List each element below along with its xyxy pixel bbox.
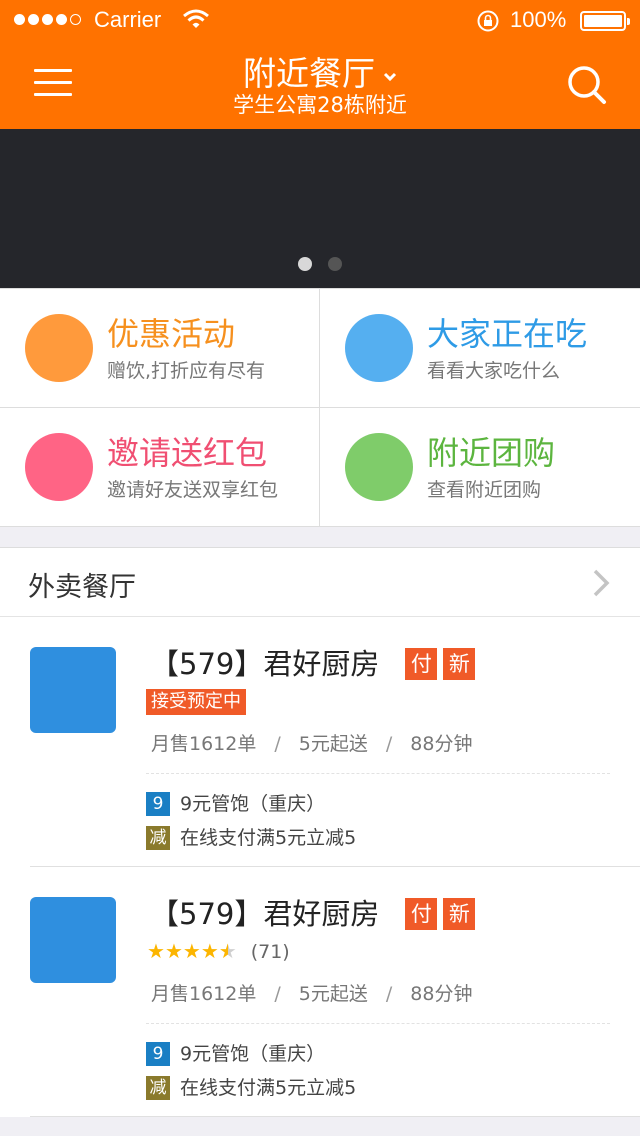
divider bbox=[146, 773, 610, 774]
promo-text: 在线支付满5元立减5 bbox=[180, 827, 357, 849]
promo-text: 9元管饱（重庆） bbox=[180, 1043, 326, 1065]
status-bar: Carrier 100% bbox=[0, 0, 640, 40]
red-packet-icon bbox=[25, 433, 93, 501]
discount-icon: 减 bbox=[146, 826, 170, 850]
search-icon[interactable] bbox=[566, 64, 608, 110]
star-icons: ★★★★★ bbox=[147, 939, 237, 963]
star-icon: ★ bbox=[164, 939, 183, 963]
grid-item-subtitle: 查看附近团购 bbox=[427, 479, 542, 501]
monthly-sales: 月售1612单 bbox=[151, 983, 257, 1005]
app-header: Carrier 100% 附近餐厅 学生公寓28栋附近 bbox=[0, 0, 640, 129]
star-icon: ★ bbox=[200, 939, 219, 963]
grid-item-everyone-eating[interactable]: 大家正在吃 看看大家吃什么 bbox=[320, 289, 640, 408]
new-tag: 新 bbox=[443, 648, 476, 680]
promo-item: 减在线支付满5元立减5 bbox=[146, 1073, 356, 1100]
meta-separator: / bbox=[385, 733, 393, 755]
new-tag: 新 bbox=[443, 898, 476, 930]
restaurant-name: 【579】君好厨房 bbox=[150, 897, 380, 931]
everyone-eating-icon bbox=[345, 314, 413, 382]
discount-icon: 减 bbox=[146, 1076, 170, 1100]
min-order: 5元起送 bbox=[298, 983, 368, 1005]
page-dot bbox=[328, 257, 342, 271]
pay-online-tag: 付 bbox=[405, 648, 438, 680]
grid-item-title: 大家正在吃 bbox=[427, 315, 588, 353]
promotions-icon bbox=[25, 314, 93, 382]
grid-item-title: 附近团购 bbox=[427, 434, 556, 472]
chevron-right-icon bbox=[592, 568, 610, 602]
chevron-down-icon bbox=[383, 51, 397, 91]
page-dot-active bbox=[298, 257, 312, 271]
restaurant-meta: 月售1612单 / 5元起送 / 88分钟 bbox=[151, 729, 472, 756]
delivery-time: 88分钟 bbox=[410, 733, 473, 755]
restaurant-card[interactable]: 【579】君好厨房付新 接受预定中 月售1612单 / 5元起送 / 88分钟 9 9元管… bbox=[0, 617, 640, 867]
meta-separator: / bbox=[274, 733, 281, 755]
banner-page-indicator bbox=[0, 256, 640, 275]
meta-separator: / bbox=[274, 983, 281, 1005]
carrier-label: Carrier bbox=[94, 7, 162, 32]
divider bbox=[146, 1023, 610, 1024]
battery-icon bbox=[580, 11, 630, 31]
page-title: 附近餐厅 bbox=[243, 54, 375, 93]
restaurant-thumbnail bbox=[30, 647, 116, 733]
star-icon: ★ bbox=[218, 939, 237, 963]
grid-item-subtitle: 看看大家吃什么 bbox=[427, 360, 561, 382]
rating-count: (71) bbox=[250, 941, 290, 963]
star-icon: ★ bbox=[182, 939, 201, 963]
restaurant-list: 【579】君好厨房付新 接受预定中 月售1612单/5元起送/88分钟 9 9元管… bbox=[0, 617, 640, 1117]
feature-grid: 优惠活动 赠饮,打折应有尽有 大家正在吃 看看大家吃什么 邀请送红包 邀请好友送… bbox=[0, 288, 640, 527]
promo-item: 9 9元管饱（重庆） bbox=[146, 1039, 325, 1066]
promo-icon: 9 bbox=[146, 1042, 170, 1066]
grid-item-nearby-group-buy[interactable]: 附近团购 查看附近团购 bbox=[320, 408, 640, 527]
grid-item-subtitle: 邀请好友送双享红包 bbox=[107, 479, 279, 501]
rating-stars: ★★★★★ (71) bbox=[147, 939, 290, 963]
pay-online-tag: 付 bbox=[405, 898, 438, 930]
location-selector[interactable]: 附近餐厅 学生公寓28栋附近 bbox=[0, 54, 640, 118]
signal-strength-icon bbox=[14, 14, 81, 25]
grid-item-subtitle: 赠饮,打折应有尽有 bbox=[107, 360, 266, 382]
rotation-lock-icon bbox=[476, 9, 500, 39]
grid-item-title: 优惠活动 bbox=[107, 315, 236, 353]
promo-banner[interactable] bbox=[0, 129, 640, 288]
grid-item-title: 邀请送红包 bbox=[107, 434, 268, 472]
location-subtitle: 学生公寓28栋附近 bbox=[233, 93, 407, 117]
takeout-restaurants-header[interactable]: 外卖餐厅 bbox=[0, 547, 640, 617]
section-title: 外卖餐厅 bbox=[28, 572, 136, 603]
restaurant-name-row: 【579】君好厨房付新 bbox=[150, 895, 476, 933]
restaurant-name: 【579】君好厨房 bbox=[150, 647, 380, 681]
meta-separator: / bbox=[385, 983, 393, 1005]
star-icon: ★ bbox=[147, 939, 165, 963]
restaurant-card[interactable]: 【579】君好厨房付新 ★★★★★ (71) 月售1612单/5元起送/88分钟 … bbox=[0, 867, 640, 1117]
promo-text: 9元管饱（重庆） bbox=[180, 793, 326, 815]
nav-bar: 附近餐厅 学生公寓28栋附近 bbox=[0, 40, 640, 129]
min-order: 5元起送 bbox=[298, 733, 368, 755]
status-badge: 接受预定中 bbox=[146, 689, 246, 715]
promo-text: 在线支付满5元立减5 bbox=[180, 1077, 357, 1099]
wifi-icon bbox=[182, 8, 210, 36]
delivery-time: 88分钟 bbox=[410, 983, 473, 1005]
restaurant-meta: 月售1612单 / 5元起送 / 88分钟 bbox=[151, 979, 472, 1006]
restaurant-name-row: 【579】君好厨房付新 bbox=[150, 645, 476, 683]
promo-item: 减在线支付满5元立减5 bbox=[146, 823, 356, 850]
battery-percentage: 100% bbox=[510, 7, 567, 32]
promo-icon: 9 bbox=[146, 792, 170, 816]
restaurant-thumbnail bbox=[30, 897, 116, 983]
grid-item-promotions[interactable]: 优惠活动 赠饮,打折应有尽有 bbox=[0, 289, 320, 408]
grid-item-invite-red-packet[interactable]: 邀请送红包 邀请好友送双享红包 bbox=[0, 408, 320, 527]
section-spacer bbox=[0, 527, 640, 547]
monthly-sales: 月售1612单 bbox=[151, 733, 257, 755]
promo-item: 9 9元管饱（重庆） bbox=[146, 789, 325, 816]
group-buy-icon bbox=[345, 433, 413, 501]
